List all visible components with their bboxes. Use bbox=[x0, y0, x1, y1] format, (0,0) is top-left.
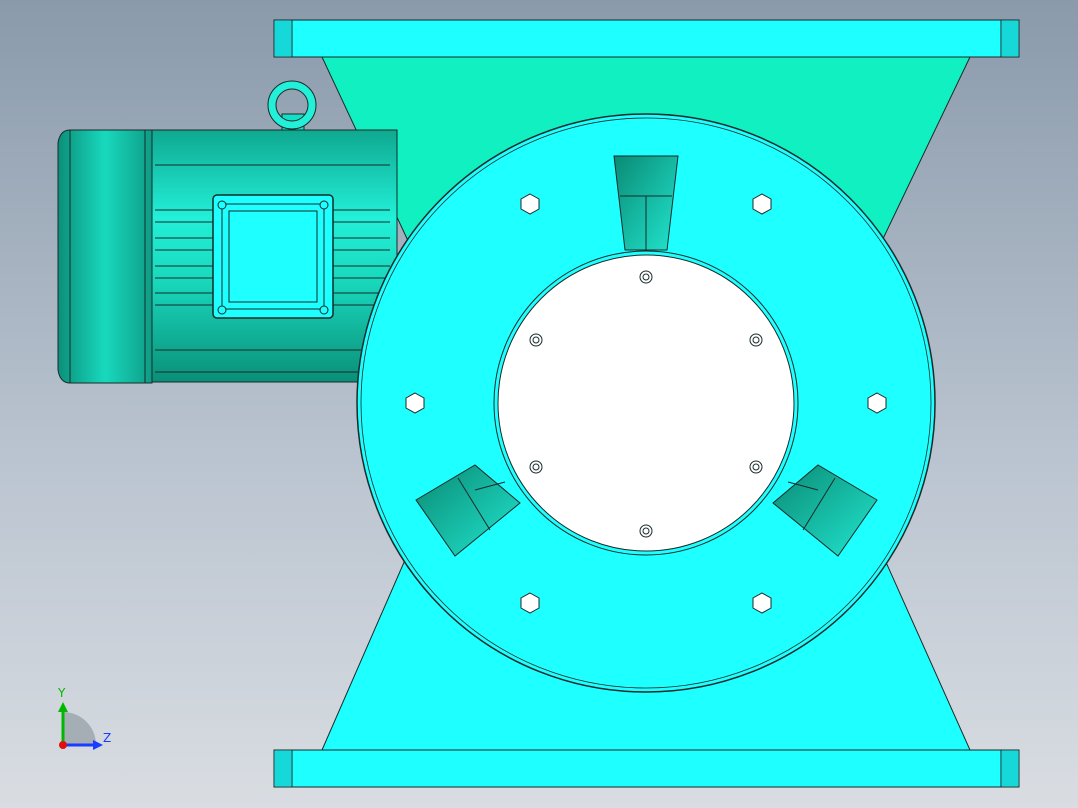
bottom-flange[interactable] bbox=[273, 749, 1020, 788]
valve-housing[interactable] bbox=[356, 113, 936, 693]
lifting-eye[interactable] bbox=[267, 80, 317, 133]
terminal-box[interactable] bbox=[212, 194, 334, 319]
rotor-pocket-top bbox=[613, 155, 679, 251]
motor-end-cap bbox=[57, 129, 153, 384]
triad-z-label: Z bbox=[103, 731, 112, 745]
motor[interactable] bbox=[57, 129, 398, 384]
cad-viewport[interactable]: Y Z bbox=[0, 0, 1078, 808]
rotary-valve-model[interactable] bbox=[0, 0, 1078, 808]
top-flange[interactable] bbox=[273, 19, 1020, 58]
triad-y-label: Y bbox=[58, 686, 66, 700]
coordinate-triad bbox=[58, 702, 103, 750]
